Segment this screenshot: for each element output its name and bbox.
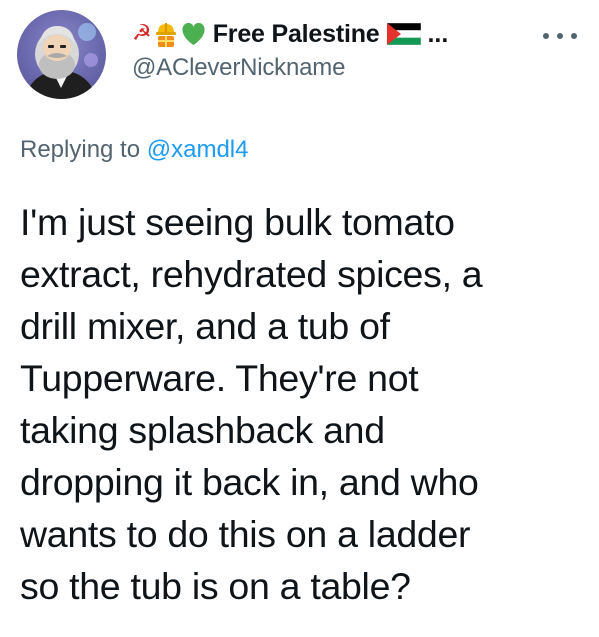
tweet-text-line: extract, rehydrated spices, a xyxy=(20,253,483,295)
user-handle[interactable]: @ACleverNickname xyxy=(132,54,579,82)
tweet-text-line: so the tub is on a table? xyxy=(20,565,411,607)
more-horizontal-icon xyxy=(571,33,577,39)
avatar[interactable] xyxy=(17,10,106,99)
replying-to: Replying to @xamdl4 xyxy=(20,136,248,164)
name-row[interactable]: ☭ Free Palestine ... xyxy=(132,16,579,52)
more-options-button[interactable] xyxy=(543,26,577,46)
palestine-flag-icon xyxy=(387,23,422,45)
tweet-text-line: dropping it back in, and who xyxy=(20,461,479,503)
reply-mention-link[interactable]: @xamdl4 xyxy=(147,136,249,163)
avatar-image xyxy=(17,10,106,99)
tweet-text-line: drill mixer, and a tub of xyxy=(20,305,390,347)
tweet: ☭ Free Palestine ... @ACleverNickname Re… xyxy=(0,0,599,637)
name-truncation: ... xyxy=(427,19,449,48)
more-horizontal-icon xyxy=(557,33,563,39)
replying-to-label: Replying to xyxy=(20,136,141,163)
display-name[interactable]: Free Palestine xyxy=(213,20,380,49)
tweet-text-line: Tupperware. They're not xyxy=(20,357,419,399)
more-horizontal-icon xyxy=(543,33,549,39)
tweet-header: ☭ Free Palestine ... @ACleverNickname xyxy=(132,16,579,82)
tweet-text-line: taking splashback and xyxy=(20,409,385,451)
tweet-text-line: I'm just seeing bulk tomato xyxy=(20,201,455,243)
hammer-sickle-icon: ☭ xyxy=(132,21,152,46)
tweet-text: I'm just seeing bulk tomato extract, reh… xyxy=(20,196,590,612)
tweet-text-line: wants to do this on a ladder xyxy=(20,513,471,555)
name-emoji-group: ☭ xyxy=(132,21,207,47)
green-heart-icon xyxy=(182,22,205,45)
construction-worker-icon xyxy=(155,23,176,47)
